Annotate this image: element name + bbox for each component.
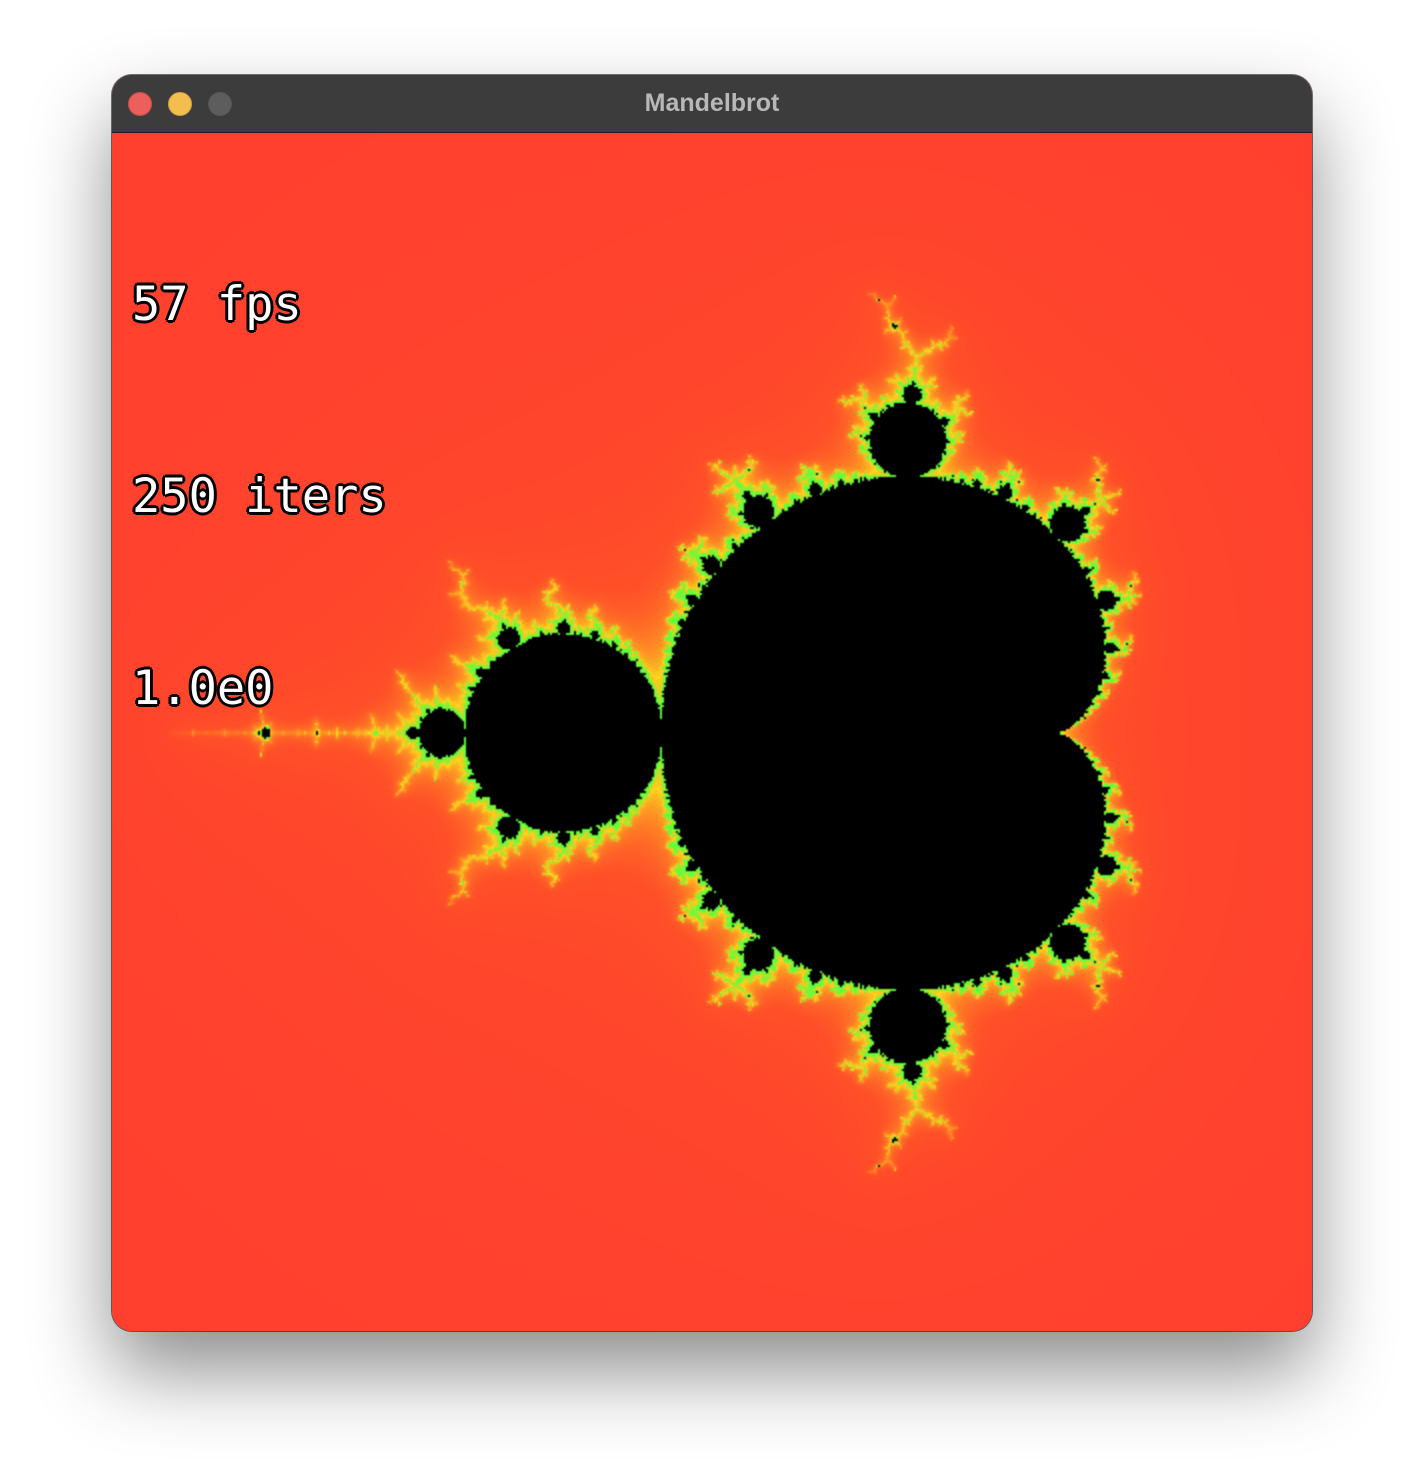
fractal-viewport[interactable]: 57 fps 250 iters 1.0e0	[112, 133, 1312, 1331]
window-title: Mandelbrot	[644, 89, 780, 117]
title-bar[interactable]: Mandelbrot	[112, 75, 1312, 133]
fps-counter: 57 fps	[132, 277, 302, 332]
app-window: Mandelbrot 57 fps 250 iters 1.0e0	[112, 75, 1312, 1331]
stats-overlay: 57 fps 250 iters 1.0e0	[132, 145, 387, 849]
iteration-count: 250 iters	[132, 469, 387, 524]
zoom-level: 1.0e0	[132, 661, 274, 716]
